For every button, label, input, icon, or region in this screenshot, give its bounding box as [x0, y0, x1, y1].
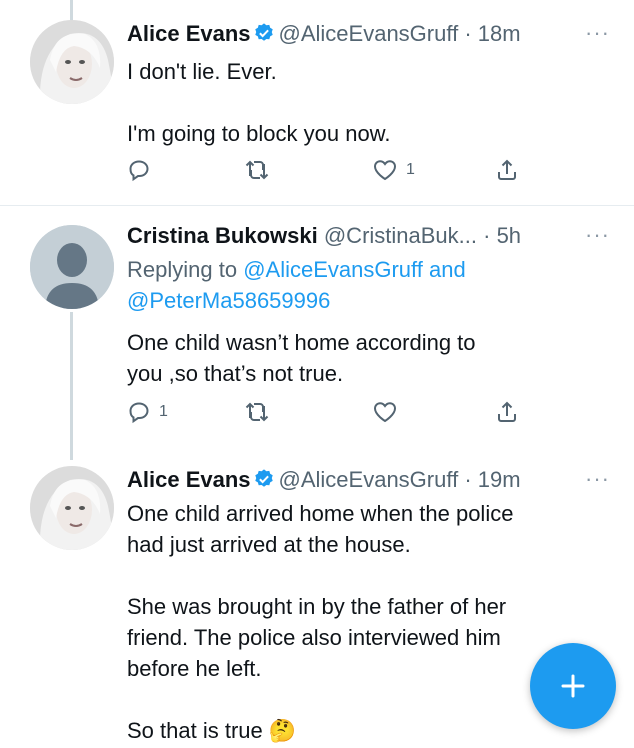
retweet-icon [245, 402, 269, 422]
replying-to-user-link[interactable]: @PeterMa58659996 [127, 288, 330, 313]
tweet-timestamp[interactable]: · 18m [464, 21, 520, 46]
replying-to-and: and [429, 257, 466, 282]
heart-icon [373, 160, 397, 181]
reply-button[interactable]: 1 [127, 400, 168, 424]
replying-to-label: Replying to [127, 257, 238, 282]
heart-icon [373, 402, 397, 423]
share-icon [498, 159, 516, 180]
tweet-text: I don't lie. Ever. I'm going to block yo… [127, 59, 391, 146]
more-options-button[interactable]: ··· [585, 20, 610, 46]
tweet-header: Alice Evans @AliceEvansGruff · 18m [127, 20, 521, 51]
avatar-cristina-bukowski[interactable] [30, 225, 114, 309]
compose-plus-icon [561, 674, 585, 698]
like-button[interactable] [372, 400, 406, 424]
thread-line-top [70, 0, 73, 22]
tweet-2[interactable]: Cristina Bukowski @CristinaBuk... · 5h ·… [0, 222, 634, 442]
tweet-actions: 1 [127, 158, 527, 188]
replying-to: Replying to @AliceEvansGruff and @PeterM… [127, 254, 466, 316]
author-handle[interactable]: @AliceEvansGruff [279, 21, 459, 46]
tweet-header: Alice Evans @AliceEvansGruff · 19m [127, 466, 521, 497]
author-name[interactable]: Alice Evans [127, 467, 251, 492]
reply-button[interactable] [127, 158, 159, 182]
author-handle[interactable]: @AliceEvansGruff [279, 467, 459, 492]
compose-tweet-button[interactable] [530, 643, 616, 729]
more-options-button[interactable]: ··· [585, 466, 610, 492]
reply-count: 1 [159, 403, 168, 420]
author-handle[interactable]: @CristinaBuk... [324, 223, 477, 248]
tweet-divider [0, 205, 634, 206]
verified-badge-icon [253, 468, 275, 497]
more-options-button[interactable]: ··· [585, 222, 610, 248]
tweet-text: One child arrived home when the police h… [127, 501, 514, 743]
avatar-alice-evans[interactable] [30, 20, 114, 104]
author-name[interactable]: Cristina Bukowski [127, 223, 318, 248]
tweet-actions: 1 [127, 400, 527, 430]
like-count: 1 [406, 161, 415, 178]
avatar-alice-evans[interactable] [30, 466, 114, 550]
retweet-button[interactable] [244, 158, 278, 182]
share-button[interactable] [495, 400, 519, 424]
share-icon [498, 401, 516, 422]
reply-icon [129, 160, 149, 182]
tweet-timestamp[interactable]: · 19m [464, 467, 520, 492]
tweet-text: One child wasn’t home according to you ,… [127, 330, 476, 386]
tweet-header: Cristina Bukowski @CristinaBuk... · 5h [127, 222, 521, 250]
author-name[interactable]: Alice Evans [127, 21, 251, 46]
share-button[interactable] [495, 158, 519, 182]
replying-to-user-link[interactable]: @AliceEvansGruff [243, 257, 423, 282]
verified-badge-icon [253, 22, 275, 51]
like-button[interactable]: 1 [372, 158, 415, 182]
retweet-icon [245, 160, 269, 180]
tweet-1[interactable]: Alice Evans @AliceEvansGruff · 18m ··· I … [0, 20, 634, 200]
tweet-timestamp[interactable]: · 5h [483, 223, 521, 248]
retweet-button[interactable] [244, 400, 278, 424]
reply-icon [129, 402, 149, 424]
